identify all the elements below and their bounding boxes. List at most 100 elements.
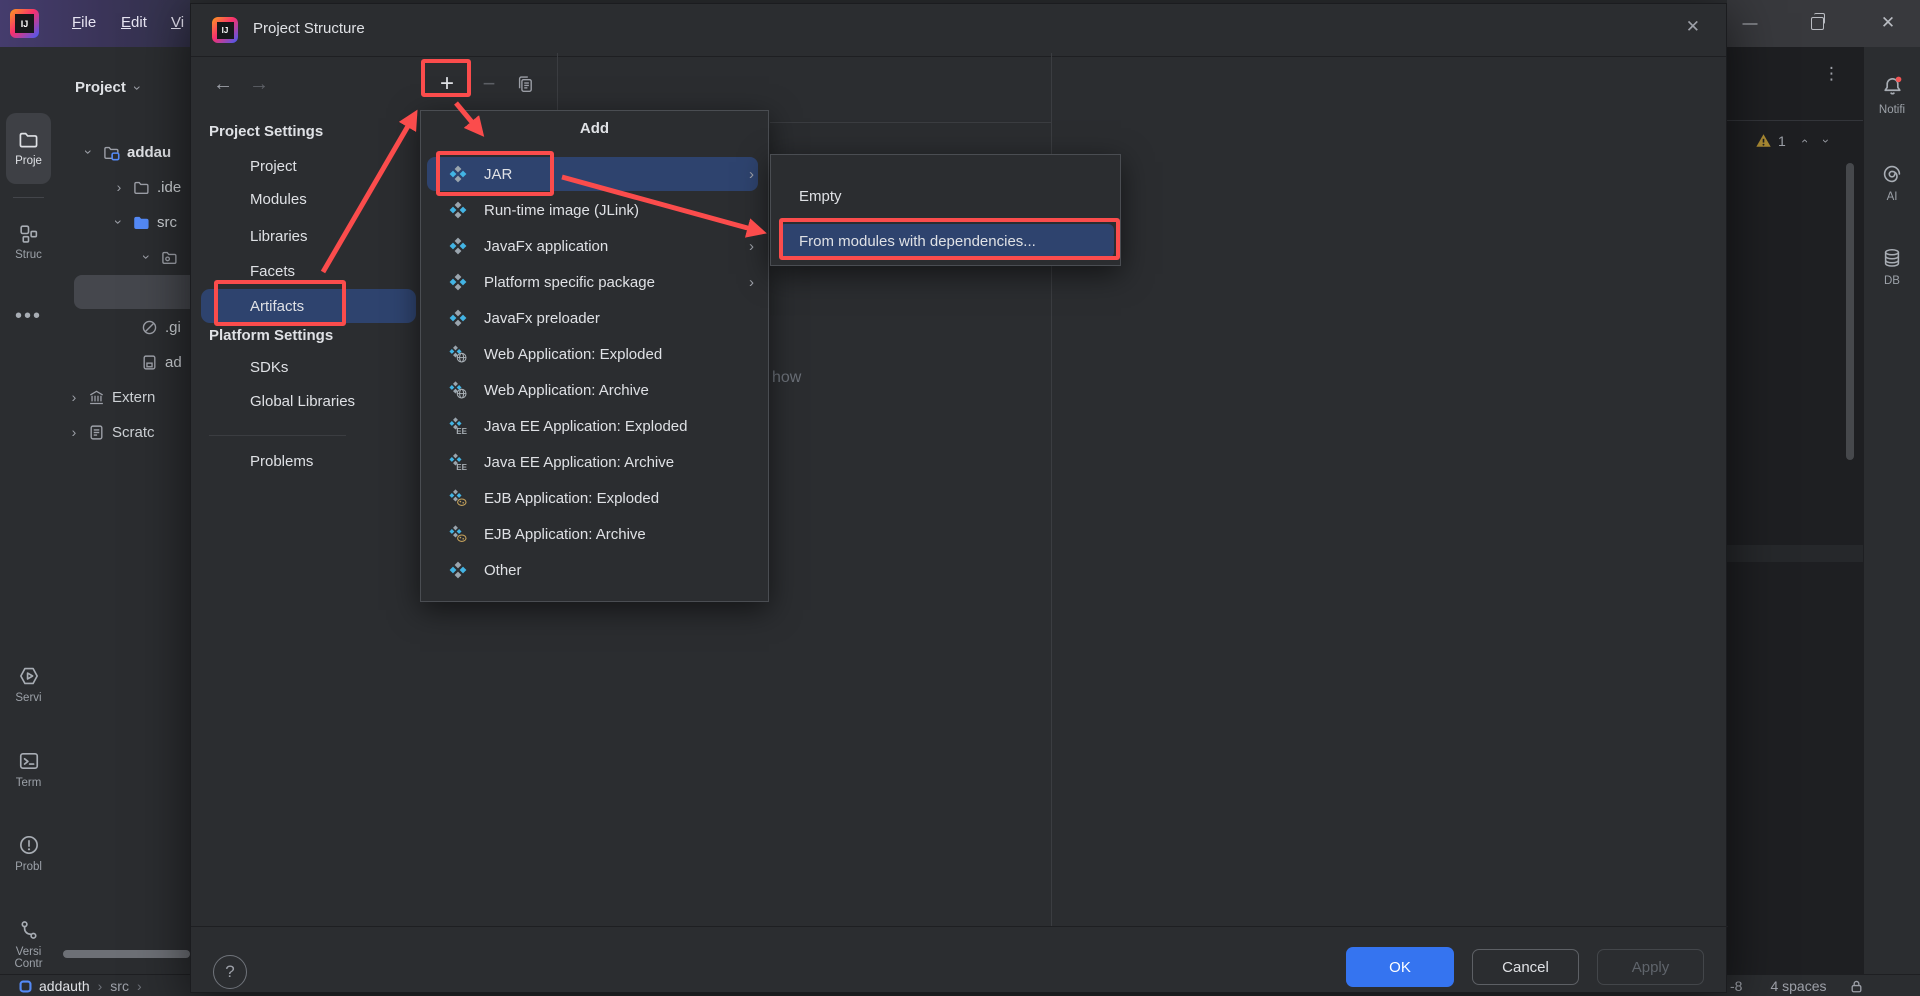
tree-row-external-libraries[interactable]: › Extern	[57, 380, 190, 414]
minimize-icon[interactable]: —	[1740, 13, 1760, 33]
menu-file[interactable]: File	[66, 11, 102, 34]
project-folder-icon	[103, 144, 120, 161]
services-tool-icon	[18, 665, 40, 687]
tree-row-package[interactable]: ›	[57, 240, 190, 274]
vertical-scrollbar[interactable]	[1846, 163, 1854, 460]
cancel-button[interactable]: Cancel	[1472, 949, 1579, 985]
project-panel-header[interactable]: Project ›	[75, 79, 144, 96]
breadcrumb-module[interactable]: addauth	[39, 978, 90, 994]
sidebar-item-label: Proje	[0, 155, 57, 167]
menu-item-label: Web Application: Exploded	[484, 346, 662, 363]
inspection-widget[interactable]: 1 › ›	[1755, 132, 1828, 149]
status-encoding-fragment[interactable]: -8	[1730, 978, 1742, 994]
sidebar-item-label: Struc	[0, 249, 57, 261]
menu-item-label: Platform specific package	[484, 274, 655, 291]
menu-view[interactable]: Vi	[165, 11, 190, 34]
prev-warning-icon[interactable]: ›	[1797, 139, 1811, 143]
sidebar-item-version-control[interactable]: Versi Contr	[0, 919, 57, 970]
ai-assistant-icon	[1880, 162, 1904, 186]
menu-item-javafx-application[interactable]: JavaFx application ›	[421, 228, 770, 264]
tree-row-selected[interactable]	[57, 275, 190, 309]
annotation-box-jar	[436, 151, 554, 196]
artifact-icon	[449, 561, 467, 579]
left-tool-stripe: Proje Struc ••• Servi Term Probl Versi C…	[0, 47, 58, 974]
tree-row-scratches[interactable]: › Scratc	[57, 415, 190, 449]
back-icon[interactable]: ←	[209, 70, 237, 98]
lock-icon[interactable]	[1849, 979, 1864, 994]
menu-item-platform-specific-package[interactable]: Platform specific package ›	[421, 264, 770, 300]
apply-button[interactable]: Apply	[1597, 949, 1704, 985]
tree-row-idea[interactable]: › .ide	[57, 170, 190, 204]
restore-icon[interactable]	[1811, 17, 1824, 30]
artifact-icon	[449, 273, 467, 291]
tree-label: .ide	[157, 179, 181, 196]
menu-edit[interactable]: Edit	[115, 11, 153, 34]
menu-item-web-archive[interactable]: Web Application: Archive	[421, 372, 770, 408]
sidebar-item-services[interactable]: Servi	[0, 665, 57, 704]
menu-item-label: EJB Application: Archive	[484, 526, 646, 543]
sidebar-item-database[interactable]: DB	[1864, 246, 1920, 287]
menu-item-label: JavaFx preloader	[484, 310, 600, 327]
terminal-tool-icon	[18, 750, 40, 772]
sidebar-item-terminal[interactable]: Term	[0, 750, 57, 789]
sidebar-item-ai[interactable]: AI	[1864, 162, 1920, 203]
sidebar-item-label2: Contr	[0, 958, 57, 970]
menu-item-label: EJB Application: Exploded	[484, 490, 659, 507]
close-window-icon[interactable]: ✕	[1878, 13, 1898, 33]
chevron-down-icon[interactable]: ›	[139, 251, 155, 263]
menu-item-label: JavaFx application	[484, 238, 608, 255]
tree-row-addauth[interactable]: › addau	[57, 135, 190, 169]
menu-item-ejb-archive[interactable]: EJB Application: Archive	[421, 516, 770, 552]
database-icon	[1880, 246, 1904, 270]
menu-item-ejb-exploded[interactable]: EJB Application: Exploded	[421, 480, 770, 516]
tree-row-gitignore[interactable]: .gi	[57, 310, 190, 344]
sidebar-item-problems[interactable]: Probl	[0, 834, 57, 873]
artifact-icon	[449, 237, 467, 255]
tree-row-src[interactable]: › src	[57, 205, 190, 239]
sidebar-item-notifications[interactable]: Notifi	[1864, 74, 1920, 116]
breadcrumb-src[interactable]: src	[110, 978, 129, 994]
panel-divider	[557, 53, 558, 111]
help-button[interactable]: ?	[213, 955, 247, 989]
close-dialog-icon[interactable]: ✕	[1686, 17, 1700, 37]
nav-item-modules[interactable]: Modules	[250, 187, 307, 211]
menu-item-web-exploded[interactable]: Web Application: Exploded	[421, 336, 770, 372]
ok-button[interactable]: OK	[1346, 947, 1454, 987]
tree-row-module-file[interactable]: ad	[57, 345, 190, 379]
submenu-item-empty[interactable]: Empty	[779, 179, 1114, 213]
status-indent[interactable]: 4 spaces	[1770, 978, 1826, 994]
chevron-right-icon[interactable]: ›	[68, 424, 80, 440]
nav-item-project[interactable]: Project	[250, 154, 297, 178]
remove-artifact-icon[interactable]: −	[475, 70, 503, 98]
menu-item-javaee-archive[interactable]: Java EE Application: Archive	[421, 444, 770, 480]
next-warning-icon[interactable]: ›	[1819, 139, 1833, 143]
sidebar-item-structure[interactable]: Struc	[0, 223, 57, 261]
menu-item-runtime-image[interactable]: Run-time image (JLink)	[421, 192, 770, 228]
nav-item-libraries[interactable]: Libraries	[250, 224, 308, 248]
submenu-item-label: Empty	[799, 188, 842, 205]
copy-artifact-icon[interactable]	[511, 70, 539, 98]
forward-icon[interactable]: →	[245, 70, 273, 98]
nav-item-global-libraries[interactable]: Global Libraries	[250, 389, 355, 413]
chevron-down-icon[interactable]: ›	[81, 146, 97, 158]
project-tool-window: Project › › addau › .ide › src › .gi	[57, 47, 190, 974]
nav-item-sdks[interactable]: SDKs	[250, 355, 288, 379]
problems-tool-icon	[18, 834, 40, 856]
horizontal-scrollbar[interactable]	[63, 950, 190, 958]
annotation-box-artifacts	[214, 280, 346, 326]
kebab-menu-icon[interactable]: ⋮	[1823, 70, 1833, 77]
status-bar-right: -8 4 spaces	[1727, 974, 1920, 996]
chevron-right-icon[interactable]: ›	[68, 389, 80, 405]
intellij-logo-core: IJ	[15, 14, 34, 33]
nav-item-problems[interactable]: Problems	[250, 449, 313, 473]
submenu-arrow-icon: ›	[749, 274, 754, 291]
sidebar-item-more[interactable]: •••	[0, 305, 57, 328]
sidebar-item-label: AI	[1864, 191, 1920, 203]
menu-item-other[interactable]: Other	[421, 552, 770, 588]
sidebar-item-project[interactable]: Proje	[0, 129, 57, 167]
chevron-down-icon[interactable]: ›	[111, 216, 127, 228]
menu-item-javafx-preloader[interactable]: JavaFx preloader	[421, 300, 770, 336]
chevron-right-icon[interactable]: ›	[113, 179, 125, 195]
warning-icon	[1755, 132, 1772, 149]
menu-item-javaee-exploded[interactable]: Java EE Application: Exploded	[421, 408, 770, 444]
